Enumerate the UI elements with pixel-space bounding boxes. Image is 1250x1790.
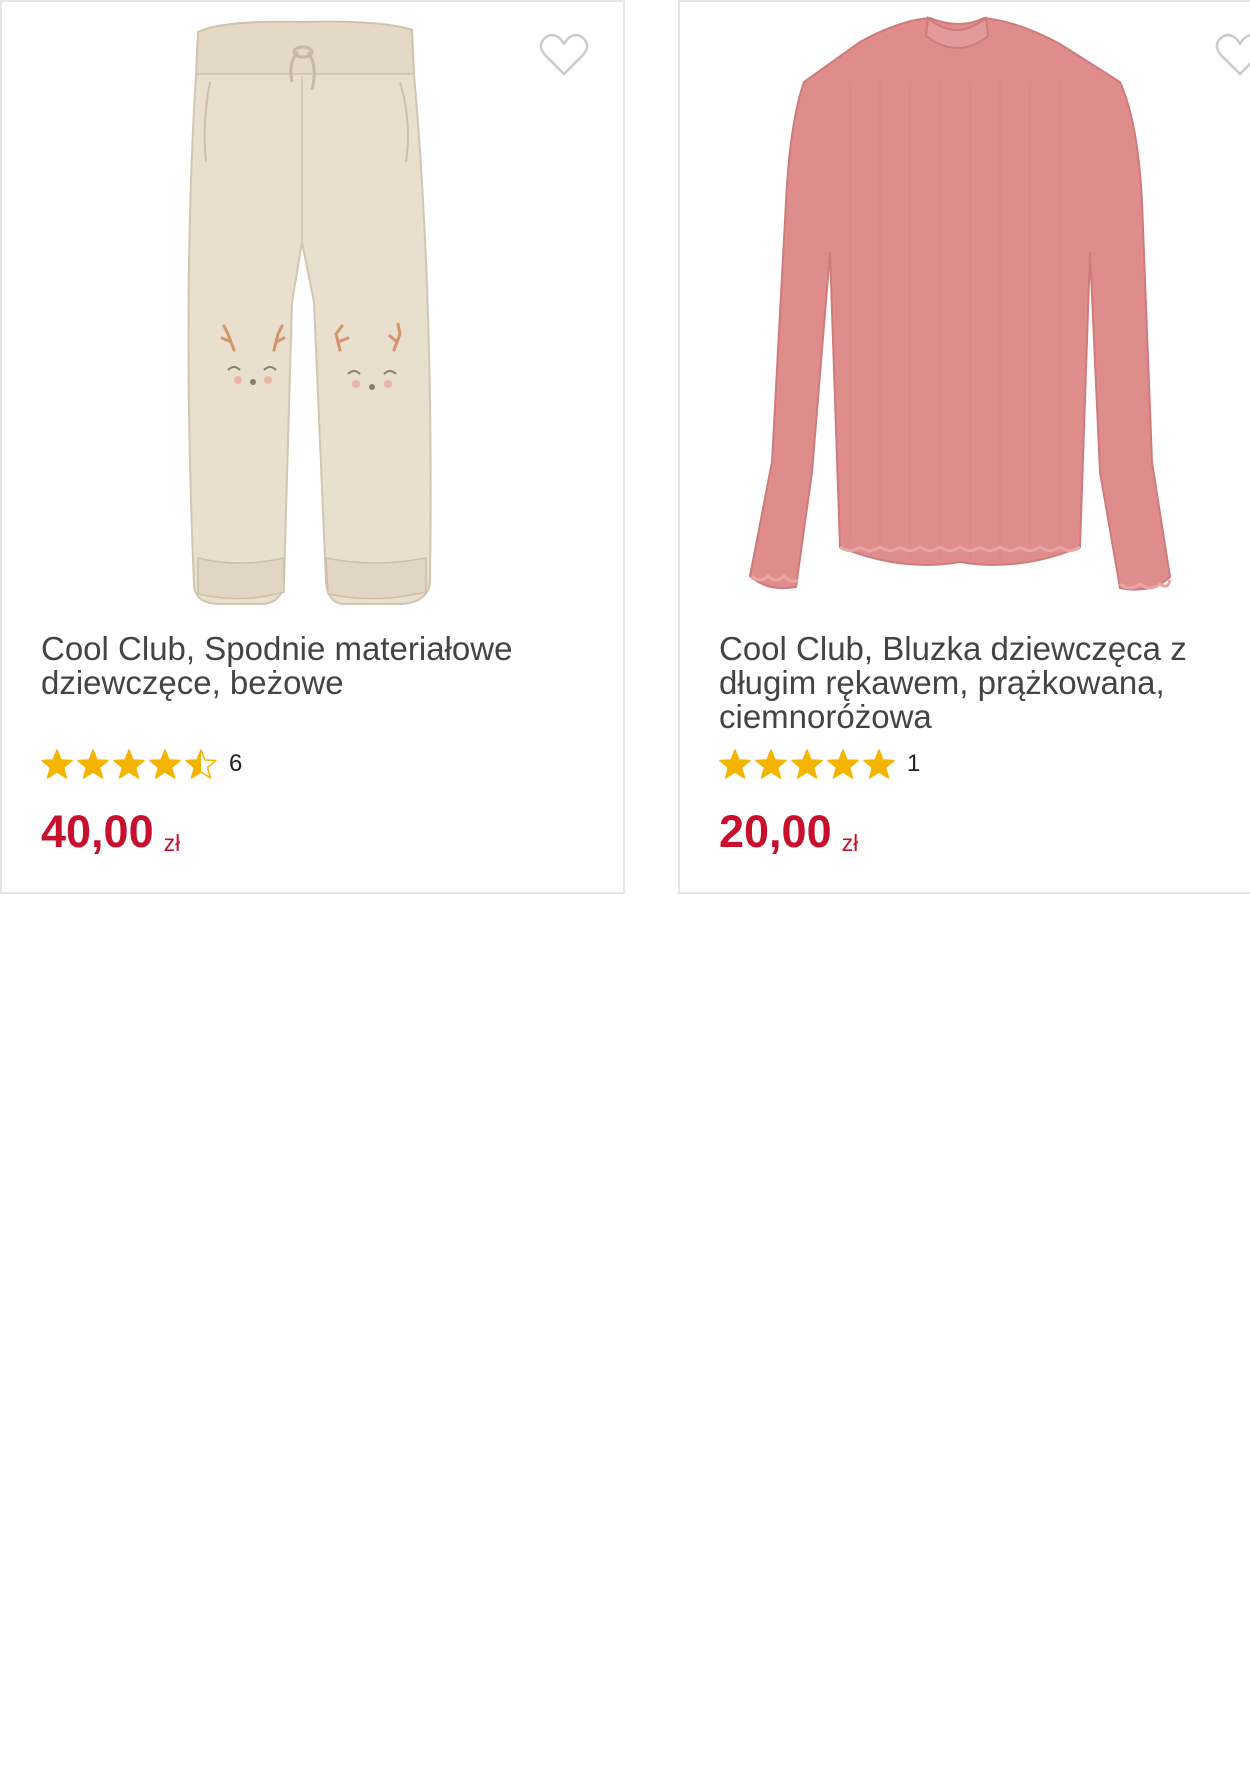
heart-outline-icon <box>539 33 589 76</box>
star-full-icon <box>41 749 73 779</box>
product-title[interactable]: Cool Club, Bluzka dziewczęca z długim rę… <box>719 632 1250 734</box>
star-full-icon <box>863 749 895 779</box>
product-card[interactable]: Cool Club, Bluzka dziewczęca z długim rę… <box>678 0 1250 894</box>
price-value: 20,00 <box>719 806 832 857</box>
product-price: 20,00 zł <box>719 807 858 868</box>
product-image[interactable] <box>2 2 623 612</box>
star-full-icon <box>719 749 751 779</box>
star-full-icon <box>77 749 109 779</box>
product-price: 40,00 zł <box>41 807 180 868</box>
star-half-icon <box>185 749 217 779</box>
star-full-icon <box>113 749 145 779</box>
product-title[interactable]: Cool Club, Spodnie materiałowe dziewczęc… <box>41 632 581 700</box>
favorite-button[interactable] <box>1214 32 1250 78</box>
product-rating: 1 <box>719 747 920 781</box>
rating-count: 6 <box>229 750 243 777</box>
product-image[interactable] <box>680 2 1250 612</box>
product-card[interactable]: Cool Club, Spodnie materiałowe dziewczęc… <box>0 0 625 894</box>
price-value: 40,00 <box>41 806 154 857</box>
beige-pants-image <box>187 20 432 605</box>
star-full-icon <box>149 749 181 779</box>
pink-blouse-image <box>748 16 1172 591</box>
heart-outline-icon <box>1215 33 1250 76</box>
rating-count: 1 <box>907 750 921 777</box>
price-currency: zł <box>841 830 859 856</box>
star-full-icon <box>755 749 787 779</box>
product-grid: Cool Club, Spodnie materiałowe dziewczęc… <box>0 0 1250 1790</box>
product-rating: 6 <box>41 747 242 781</box>
favorite-button[interactable] <box>538 32 590 78</box>
star-full-icon <box>827 749 859 779</box>
rating-stars <box>41 748 221 780</box>
rating-stars <box>719 748 899 780</box>
star-full-icon <box>791 749 823 779</box>
price-currency: zł <box>163 830 181 856</box>
